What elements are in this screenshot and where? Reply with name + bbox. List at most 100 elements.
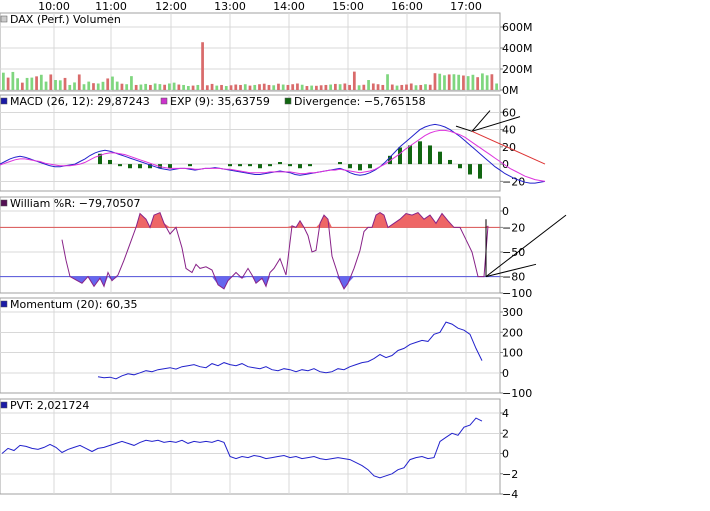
volume-bar (414, 85, 418, 90)
volume-bar (490, 74, 494, 90)
divergence-bar (168, 164, 172, 169)
legend-label: EXP (9): 35,63759 (170, 95, 270, 108)
volume-bar (419, 84, 423, 90)
time-tick-label: 16:00 (391, 0, 423, 13)
y-tick-label: 0M (502, 84, 519, 97)
y-tick-label: −20 (502, 175, 525, 188)
volume-bar (11, 71, 15, 90)
volume-bar (310, 85, 314, 90)
volume-bar (63, 77, 67, 90)
divergence-bar (308, 164, 312, 167)
y-tick-label: −50 (502, 246, 525, 259)
divergence-bar (248, 164, 252, 167)
volume-bar (296, 83, 299, 90)
volume-bar (106, 78, 110, 90)
volume-bar (253, 84, 257, 90)
volume-bar (229, 85, 233, 90)
y-tick-label: −100 (502, 287, 532, 300)
divergence-bar (478, 164, 482, 179)
volume-bar (30, 77, 34, 90)
volume-bar (144, 83, 148, 90)
legend-label: Divergence: −5,765158 (294, 95, 426, 108)
volume-bar (319, 85, 323, 90)
volume-bar (395, 85, 399, 90)
volume-bar (215, 85, 219, 90)
volume-bar (6, 77, 10, 90)
series-line-macd-0 (0, 123, 546, 184)
divergence-bar (408, 145, 412, 165)
volume-bar (73, 82, 76, 90)
volume-bar (158, 84, 162, 90)
volume-bar (163, 84, 166, 90)
divergence-bar (298, 164, 302, 169)
trend-annotation (485, 214, 567, 277)
legend-swatch (284, 97, 292, 105)
volume-bar (111, 76, 114, 90)
volume-bar (239, 84, 242, 90)
volume-bar (357, 85, 361, 90)
panel-pvt: 4 2 0 −2 −4 PVT: 2,021724 (0, 398, 518, 501)
volume-bar (433, 73, 437, 90)
volume-bar (168, 83, 171, 90)
y-tick-label: 600M (502, 21, 533, 34)
time-tick-label: 11:00 (95, 0, 127, 13)
legend-label: PVT: 2,021724 (10, 399, 89, 412)
panel-frame (0, 94, 501, 192)
volume-bar (371, 83, 375, 90)
volume-bar (438, 73, 442, 90)
volume-bar (400, 84, 404, 90)
volume-bar (424, 84, 427, 90)
divergence-bar (398, 147, 402, 165)
y-tick-label: 0 (502, 158, 509, 171)
volume-bar (186, 86, 190, 90)
legend-swatch (0, 15, 8, 23)
legend-label: William %R: −79,70507 (10, 197, 140, 210)
volume-bar (2, 72, 5, 90)
y-tick-label: 400M (502, 42, 533, 55)
volume-bar (334, 83, 337, 90)
volume-bar (485, 75, 489, 90)
legend-swatch (160, 97, 168, 105)
volume-bar (462, 75, 465, 90)
legend-label: DAX (Perf.) Volumen (10, 13, 121, 26)
volume-bar (35, 76, 38, 90)
volume-bar (343, 83, 347, 90)
series-line-momentum-0 (97, 321, 483, 380)
volume-bar (68, 84, 72, 90)
divergence-bar (438, 151, 442, 165)
volume-bar (324, 84, 328, 90)
legend-label: Momentum (20): 60,35 (10, 298, 137, 311)
volume-bar (272, 85, 276, 90)
y-tick-label: 300 (502, 306, 523, 319)
legend-label: MACD (26, 12): 29,87243 (10, 95, 150, 108)
volume-bar (20, 82, 24, 90)
volume-bar (120, 83, 124, 90)
y-tick-label: 20 (502, 141, 516, 154)
volume-bar (447, 74, 451, 90)
divergence-bar (418, 141, 422, 165)
volume-bar (481, 73, 484, 90)
volume-bar (49, 74, 53, 90)
y-tick-label: 200M (502, 63, 533, 76)
volume-bar (267, 84, 271, 90)
indicator-panels: 600M400M200M0MDAX (Perf.) Volumen6040200… (0, 12, 567, 501)
y-tick-label: 2 (502, 427, 509, 440)
divergence-bar (118, 164, 122, 167)
volume-bar (466, 76, 470, 90)
volume-bar (352, 71, 356, 90)
volume-bar (210, 83, 214, 90)
volume-bar (381, 84, 385, 90)
divergence-bar (268, 164, 272, 167)
y-tick-label: −100 (502, 387, 532, 400)
volume-bar (305, 86, 309, 90)
time-tick-label: 15:00 (332, 0, 364, 13)
volume-bar (457, 74, 461, 90)
legend-swatch (0, 401, 8, 409)
volume-bar (315, 85, 318, 90)
volume-bar (115, 81, 119, 90)
volume-bar (476, 77, 480, 90)
volume-bar (149, 84, 152, 90)
oversold-area (62, 276, 488, 289)
divergence-bar (458, 164, 462, 169)
time-tick-label: 13:00 (214, 0, 246, 13)
